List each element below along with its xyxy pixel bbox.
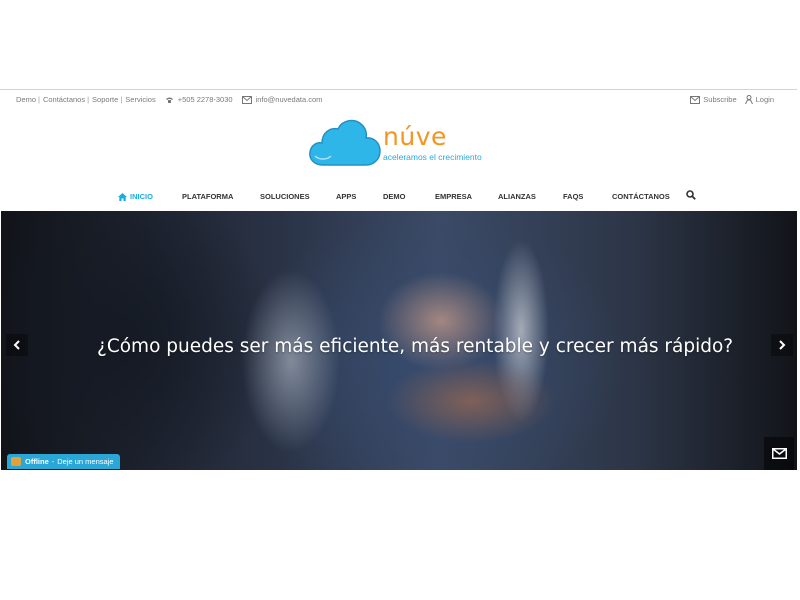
home-icon: [118, 192, 127, 201]
chat-icon: [11, 457, 21, 466]
chat-status: Offline: [25, 457, 49, 466]
subscribe-label: Subscribe: [703, 95, 737, 104]
nav-item-demo[interactable]: DEMO: [383, 192, 406, 201]
envelope-icon: [241, 95, 252, 104]
envelope-icon: [771, 448, 787, 459]
chevron-right-icon: [779, 340, 786, 350]
nav-item-empresa[interactable]: EMPRESA: [435, 192, 472, 201]
slider-prev-button[interactable]: [6, 334, 28, 356]
user-icon: [744, 95, 753, 104]
chevron-left-icon: [13, 340, 20, 350]
top-bar: Demo | Contáctanos | Soporte | Servicios +5…: [0, 94, 800, 108]
brand-tagline: aceleramos el crecimiento: [383, 152, 482, 162]
hero-headline: ¿Cómo puedes ser más eficiente, más rent…: [97, 336, 734, 357]
top-links: Demo | Contáctanos | Soporte | Servicios +5…: [16, 95, 322, 104]
slider-next-button[interactable]: [771, 334, 793, 356]
top-link-servicios[interactable]: Servicios: [125, 95, 155, 104]
login-label: Login: [755, 95, 774, 104]
envelope-icon: [690, 95, 701, 104]
top-link-demo[interactable]: Demo: [16, 95, 36, 104]
main-navigation: INICIO PLATAFORMA SOLUCIONES APPS DEMO E…: [0, 190, 800, 204]
top-link-soporte[interactable]: Soporte: [92, 95, 118, 104]
phone-icon: [165, 97, 173, 103]
chat-message: Deje un mensaje: [57, 457, 114, 466]
brand-logo[interactable]: núve aceleramos el crecimiento: [309, 116, 499, 168]
hero-slider[interactable]: ¿Cómo puedes ser más eficiente, más rent…: [1, 211, 797, 470]
nav-item-alianzas[interactable]: ALIANZAS: [498, 192, 536, 201]
email-address: info@nuvedata.com: [255, 95, 323, 104]
top-link-contactanos[interactable]: Contáctanos: [43, 95, 85, 104]
brand-name: núve: [383, 122, 447, 151]
subscribe-link[interactable]: Subscribe: [690, 95, 737, 104]
phone-contact: +505 2278-3030: [165, 95, 233, 104]
nav-label: INICIO: [130, 192, 153, 201]
offline-chat-tab[interactable]: Offline - Deje un mensaje: [7, 454, 120, 469]
nav-item-faqs[interactable]: FAQS: [563, 192, 583, 201]
search-icon: [686, 190, 696, 200]
nav-item-inicio[interactable]: INICIO: [118, 192, 153, 201]
nav-item-soluciones[interactable]: SOLUCIONES: [260, 192, 310, 201]
email-contact[interactable]: info@nuvedata.com: [241, 95, 323, 104]
nav-item-plataforma[interactable]: PLATAFORMA: [182, 192, 233, 201]
login-link[interactable]: Login: [744, 95, 774, 104]
phone-number: +505 2278-3030: [177, 95, 233, 104]
contact-mail-button[interactable]: [764, 437, 794, 470]
page: Demo | Contáctanos | Soporte | Servicios +5…: [0, 0, 800, 600]
header-divider: [0, 89, 797, 90]
nav-item-contactanos[interactable]: CONTÁCTANOS: [612, 192, 670, 201]
separator: |: [38, 95, 40, 104]
search-button[interactable]: [686, 190, 696, 202]
chat-separator: -: [51, 457, 55, 466]
top-right-links: Subscribe Login: [682, 95, 774, 104]
nav-item-apps[interactable]: APPS: [336, 192, 356, 201]
separator: |: [87, 95, 90, 104]
cloud-icon: [309, 119, 381, 166]
separator: |: [120, 95, 123, 104]
